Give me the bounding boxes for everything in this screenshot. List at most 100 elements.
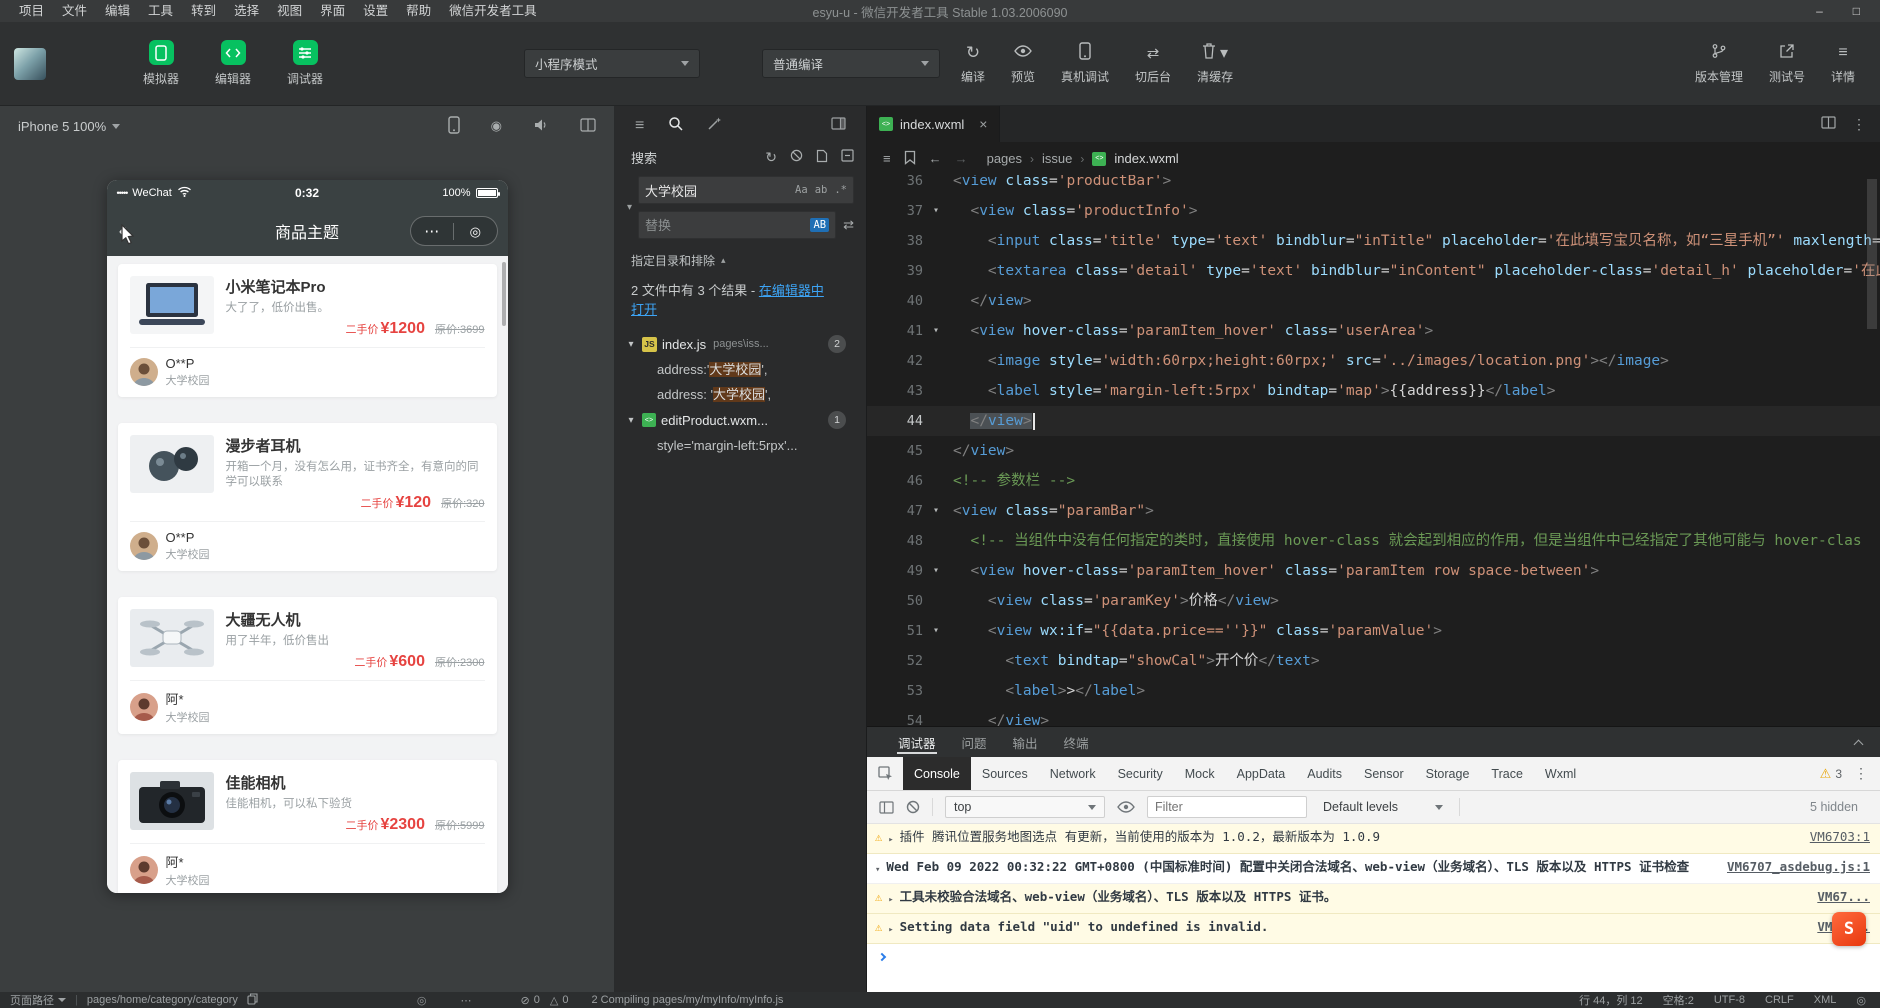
fold-icon[interactable]: ▾ xyxy=(923,616,949,646)
log-levels-select[interactable]: Default levels xyxy=(1319,796,1447,818)
preserve-case-icon[interactable]: AB xyxy=(810,218,830,232)
code-line[interactable]: 43 <label style='margin-left:5rpx' bindt… xyxy=(867,376,1880,406)
rotate-device-icon[interactable] xyxy=(447,115,460,137)
replace-all-icon[interactable]: ⇄ xyxy=(843,217,854,233)
code-line[interactable]: 44 </view> xyxy=(867,406,1880,436)
code-line[interactable]: 39 <textarea class='detail' type='text' … xyxy=(867,256,1880,286)
menu-item[interactable]: 界面 xyxy=(311,0,354,22)
breadcrumb-item[interactable]: pages xyxy=(987,151,1022,166)
section-tab[interactable]: 调试器 xyxy=(885,727,949,757)
devtools-tab-sources[interactable]: Sources xyxy=(971,757,1039,790)
action-cache[interactable]: ▾ 清缓存 xyxy=(1184,42,1246,85)
code-line[interactable]: 37 ▾ <view class='productInfo'> xyxy=(867,196,1880,226)
page-path-select[interactable]: 页面路径 xyxy=(10,992,66,1008)
seller-row[interactable]: 阿* 大学校园 xyxy=(129,681,485,725)
search-result-file[interactable]: ▾ JS index.js pages\iss... 2 xyxy=(621,331,854,357)
compile-mode-select[interactable]: 普通编译 xyxy=(762,49,940,78)
search-result-file[interactable]: ▾ <> editProduct.wxm... 1 xyxy=(621,407,854,433)
extension-overlay-badge[interactable]: S xyxy=(1832,912,1866,946)
problem-counts[interactable]: ⊘ 0 △ 0 xyxy=(521,994,569,1007)
menu-item[interactable]: 设置 xyxy=(354,0,397,22)
warning-count[interactable]: ⚠ 3 xyxy=(1820,766,1842,782)
split-editor-icon[interactable] xyxy=(1821,116,1836,132)
device-select[interactable]: iPhone 5 100% xyxy=(18,119,106,134)
code-line[interactable]: 49 ▾ <view hover-class='paramItem_hover' … xyxy=(867,556,1880,586)
seller-row[interactable]: O**P 大学校园 xyxy=(129,522,485,562)
status-more-icon[interactable]: ⋯ xyxy=(461,994,472,1007)
menu-item[interactable]: 工具 xyxy=(139,0,182,22)
product-card[interactable]: 大疆无人机 用了半年，低价售出 二手价 ¥600 原价:2300 阿* 大学校园 xyxy=(117,597,497,734)
menu-item[interactable]: 项目 xyxy=(10,0,53,22)
action-compile[interactable]: ↻ 编译 xyxy=(948,42,998,85)
file-list-icon[interactable]: ≡ xyxy=(635,117,644,135)
menu-item[interactable]: 选择 xyxy=(225,0,268,22)
sound-icon[interactable] xyxy=(533,118,549,135)
breadcrumb-item[interactable]: index.wxml xyxy=(1114,151,1178,166)
search-match-row[interactable]: address: '大学校园', xyxy=(621,382,854,407)
code-line[interactable]: 48 <!-- 当组件中没有任何指定的类时，直接使用 hover-class 就… xyxy=(867,526,1880,556)
maximize-button[interactable]: □ xyxy=(1853,4,1860,18)
expand-caret-icon[interactable]: ▸ xyxy=(888,832,893,848)
source-link[interactable]: VM6707_asdebug.js:1 xyxy=(1727,859,1870,875)
devtools-tab-sensor[interactable]: Sensor xyxy=(1353,757,1415,790)
console-prompt[interactable] xyxy=(867,944,1880,969)
search-match-row[interactable]: address:'大学校园', xyxy=(621,357,854,382)
regex-icon[interactable]: .* xyxy=(834,184,847,196)
toggle-simulator[interactable]: 模拟器 xyxy=(138,40,184,87)
search-mode-icon[interactable] xyxy=(668,116,683,136)
menu-item[interactable]: 帮助 xyxy=(397,0,440,22)
devtools-tab-security[interactable]: Security xyxy=(1107,757,1174,790)
refresh-icon[interactable]: ↻ xyxy=(765,149,777,166)
code-line[interactable]: 50 <view class='paramKey'>价格</view> xyxy=(867,586,1880,616)
section-tab[interactable]: 终端 xyxy=(1051,727,1102,757)
toggle-debugger[interactable]: 调试器 xyxy=(282,40,328,87)
match-case-icon[interactable]: Aa xyxy=(795,184,808,196)
product-card[interactable]: 漫步者耳机 开箱一个月，没有怎么用，证书齐全，有意向的同学可以联系 二手价 ¥120 原… xyxy=(117,423,497,571)
expand-caret-icon[interactable]: ▸ xyxy=(888,892,893,908)
code-line[interactable]: 51 ▾ <view wx:if="{{data.price==''}}" cla… xyxy=(867,616,1880,646)
action-background[interactable]: ⇄ 切后台 xyxy=(1122,42,1184,85)
code-line[interactable]: 47 ▾ <view class="paramBar"> xyxy=(867,496,1880,526)
tab-index-wxml[interactable]: <> index.wxml × xyxy=(867,106,1001,142)
code-line[interactable]: 54 </view> xyxy=(867,706,1880,726)
action-details[interactable]: ≡ 详情 xyxy=(1818,42,1868,85)
devtools-tab-trace[interactable]: Trace xyxy=(1480,757,1534,790)
toggle-replace-icon[interactable]: ▾ xyxy=(621,176,638,239)
chevron-down-icon[interactable]: ▾ xyxy=(625,415,637,426)
collapse-panel-icon[interactable] xyxy=(1853,727,1864,757)
product-card[interactable]: 佳能相机 佳能相机，可以私下验货 二手价 ¥2300 原价:5999 阿* 大学校园 xyxy=(117,760,497,893)
code-line[interactable]: 38 <input class='title' type='text' bind… xyxy=(867,226,1880,256)
more-actions-icon[interactable]: ⋮ xyxy=(1852,116,1866,133)
capsule-more-icon[interactable]: ⋯ xyxy=(411,224,454,239)
code-line[interactable]: 46 <!-- 参数栏 --> xyxy=(867,466,1880,496)
product-card[interactable]: 小米笔记本Pro 大了了，低价出售。 二手价 ¥1200 原价:3699 O**P 大学校园 xyxy=(117,264,497,397)
code-line[interactable]: 42 <image style='width:60rpx;height:60rp… xyxy=(867,346,1880,376)
source-link[interactable]: VM6703:1 xyxy=(1810,829,1870,845)
code-line[interactable]: 53 <label>></label> xyxy=(867,676,1880,706)
replace-input[interactable] xyxy=(645,217,804,233)
clear-results-icon[interactable] xyxy=(790,149,803,165)
editor-scrollbar[interactable] xyxy=(1867,179,1877,329)
outline-icon[interactable]: ≡ xyxy=(883,151,891,166)
nav-back-icon[interactable]: ← xyxy=(929,151,942,166)
console-sidebar-icon[interactable] xyxy=(879,800,894,814)
devtools-tab-mock[interactable]: Mock xyxy=(1174,757,1226,790)
fold-icon[interactable]: ▾ xyxy=(923,196,949,226)
eye-icon[interactable] xyxy=(1117,801,1135,813)
bookmark-icon[interactable] xyxy=(904,150,916,168)
search-input[interactable] xyxy=(645,182,789,198)
menu-item[interactable]: 文件 xyxy=(53,0,96,22)
mode-select[interactable]: 小程序模式 xyxy=(524,49,700,78)
section-tab[interactable]: 问题 xyxy=(949,727,1000,757)
language-mode[interactable]: XML xyxy=(1814,994,1837,1006)
user-avatar[interactable] xyxy=(14,47,46,80)
wand-icon[interactable] xyxy=(707,116,722,136)
code-line[interactable]: 45 </view> xyxy=(867,436,1880,466)
context-select[interactable]: top xyxy=(945,796,1105,818)
devtools-tab-wxml[interactable]: Wxml xyxy=(1534,757,1587,790)
collapse-all-icon[interactable] xyxy=(841,149,854,165)
phone-scrollbar[interactable] xyxy=(501,262,506,326)
panel-layout-icon[interactable] xyxy=(831,117,846,135)
separate-window-icon[interactable] xyxy=(580,117,596,135)
devtools-tab-network[interactable]: Network xyxy=(1039,757,1107,790)
